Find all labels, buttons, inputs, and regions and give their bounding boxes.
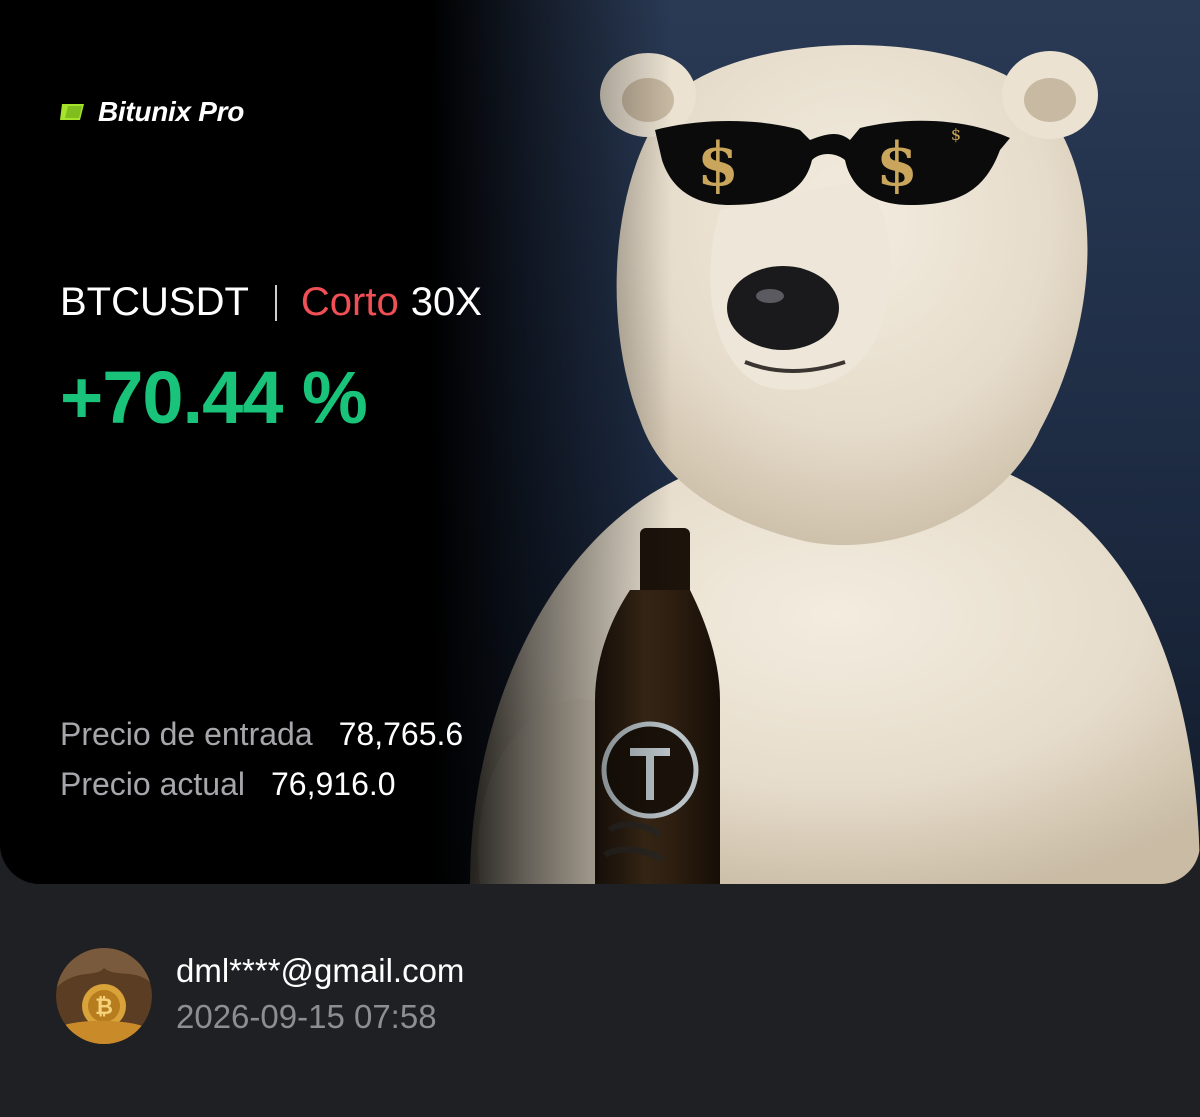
- share-timestamp: 2026-09-15 07:58: [176, 998, 437, 1035]
- svg-text:₿: ₿: [95, 995, 113, 1020]
- entry-price-row: Precio de entrada 78,765.6: [60, 716, 463, 753]
- brand-name: Bitunix Pro: [98, 96, 245, 127]
- pnl-percent: +70.44 %: [60, 356, 368, 439]
- bitcoin-avatar-image: ₿: [56, 948, 152, 1044]
- share-card: $ $ $ Bitunix Pro BTCUSDT Corto 30X +70.…: [0, 0, 1200, 884]
- avatar[interactable]: ₿: [56, 948, 152, 1044]
- bitunix-logo-icon: [60, 104, 84, 120]
- current-price-value: 76,916.0: [270, 766, 396, 802]
- current-price-row: Precio actual 76,916.0: [60, 766, 396, 803]
- brand-logo: Bitunix Pro: [58, 96, 244, 128]
- position-side: Corto: [300, 280, 399, 324]
- current-price-label: Precio actual: [60, 766, 245, 802]
- entry-price-label: Precio de entrada: [60, 716, 313, 752]
- leverage-value: 30X: [410, 280, 482, 324]
- user-email: dml****@gmail.com: [176, 952, 465, 989]
- header-divider: [274, 284, 277, 321]
- trading-pair: BTCUSDT: [60, 280, 249, 324]
- position-header: BTCUSDT Corto 30X: [60, 280, 482, 325]
- entry-price-value: 78,765.6: [338, 716, 464, 752]
